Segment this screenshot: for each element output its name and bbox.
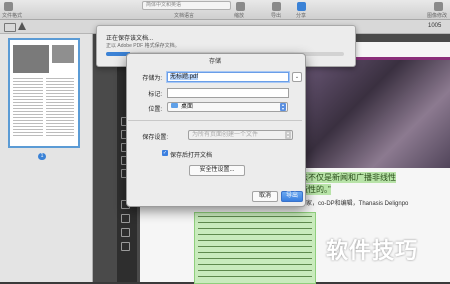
tags-label: 标记:	[148, 92, 162, 98]
thumbnail-image	[13, 45, 49, 73]
text-block[interactable]	[194, 212, 316, 284]
toolbar-label-edit: 图像修改	[427, 13, 448, 19]
zoom-icon[interactable]	[236, 2, 245, 11]
tags-input[interactable]	[167, 88, 289, 98]
document-icon[interactable]	[4, 2, 13, 11]
toolbar-label-export: 导出	[271, 13, 282, 19]
thumbnail-text	[46, 78, 74, 138]
watermark: 软件技巧	[326, 238, 419, 263]
rotate-tool-icon[interactable]	[121, 242, 130, 251]
location-value: 桌面	[181, 104, 194, 110]
link-tool-icon[interactable]	[121, 214, 130, 223]
cancel-button[interactable]: 取消	[252, 191, 278, 202]
grid-tool-icon[interactable]	[121, 228, 130, 237]
export-icon[interactable]	[272, 2, 281, 11]
toolbar-label-language: 文档语言	[174, 13, 195, 19]
location-select[interactable]: 桌面 ▴ ▾	[167, 102, 288, 112]
text-block-lines	[198, 216, 312, 278]
export-button[interactable]: 导出	[281, 191, 303, 202]
document-photo[interactable]	[297, 60, 450, 168]
page-thumbnail[interactable]	[8, 38, 80, 148]
open-after-save-checkbox[interactable]: ✓	[162, 150, 168, 156]
toolbar-label-share: 分享	[296, 13, 307, 19]
thumbnail-image	[52, 45, 74, 63]
warning-icon[interactable]	[18, 22, 26, 30]
zoom-value[interactable]: 1005	[428, 23, 441, 29]
folder-icon	[171, 103, 178, 108]
dialog-title: 存储	[208, 59, 221, 65]
save-as-label: 存储为:	[142, 76, 162, 82]
location-label: 位置:	[148, 107, 162, 113]
document-text-line[interactable]: 法不仅是新闻和广播非线性	[300, 172, 396, 183]
open-after-save-label: 保存后打开文档	[170, 153, 213, 159]
filename-value: 无标题.pdf	[170, 74, 199, 80]
toolbar-label-zoom: 缩放	[234, 13, 245, 19]
sidebar-toggle-icon[interactable]	[4, 23, 16, 32]
thumbnail-text	[13, 78, 43, 138]
language-select[interactable]: 简体中文和英语	[142, 1, 231, 10]
expand-dialog-button[interactable]: ⌄	[292, 72, 302, 82]
edit-icon[interactable]	[434, 2, 443, 11]
save-settings-select[interactable]: 为所有页面创建一个文件 ▴ ▾	[188, 130, 293, 140]
toolbar-label-format: 文件格式	[2, 13, 23, 19]
page-number-badge: 1	[38, 153, 46, 160]
progress-subtitle: 正以 Adobe PDF 格式保存文档。	[106, 43, 180, 49]
filename-input[interactable]: 无标题.pdf	[167, 72, 289, 82]
chevron-updown-icon: ▴ ▾	[285, 130, 291, 139]
document-text-line[interactable]: 作家，co-DP和编辑，Thanasis Delignpo	[300, 198, 408, 207]
chevron-updown-icon: ▴ ▾	[280, 102, 286, 111]
progress-title: 正在保存该文档...	[106, 36, 154, 42]
divider	[128, 120, 302, 121]
security-settings-button[interactable]: 安全性设置...	[189, 165, 245, 176]
save-settings-label: 保存设置:	[142, 135, 168, 141]
save-settings-value: 为所有页面创建一个文件	[192, 132, 259, 138]
share-icon[interactable]	[297, 2, 306, 11]
